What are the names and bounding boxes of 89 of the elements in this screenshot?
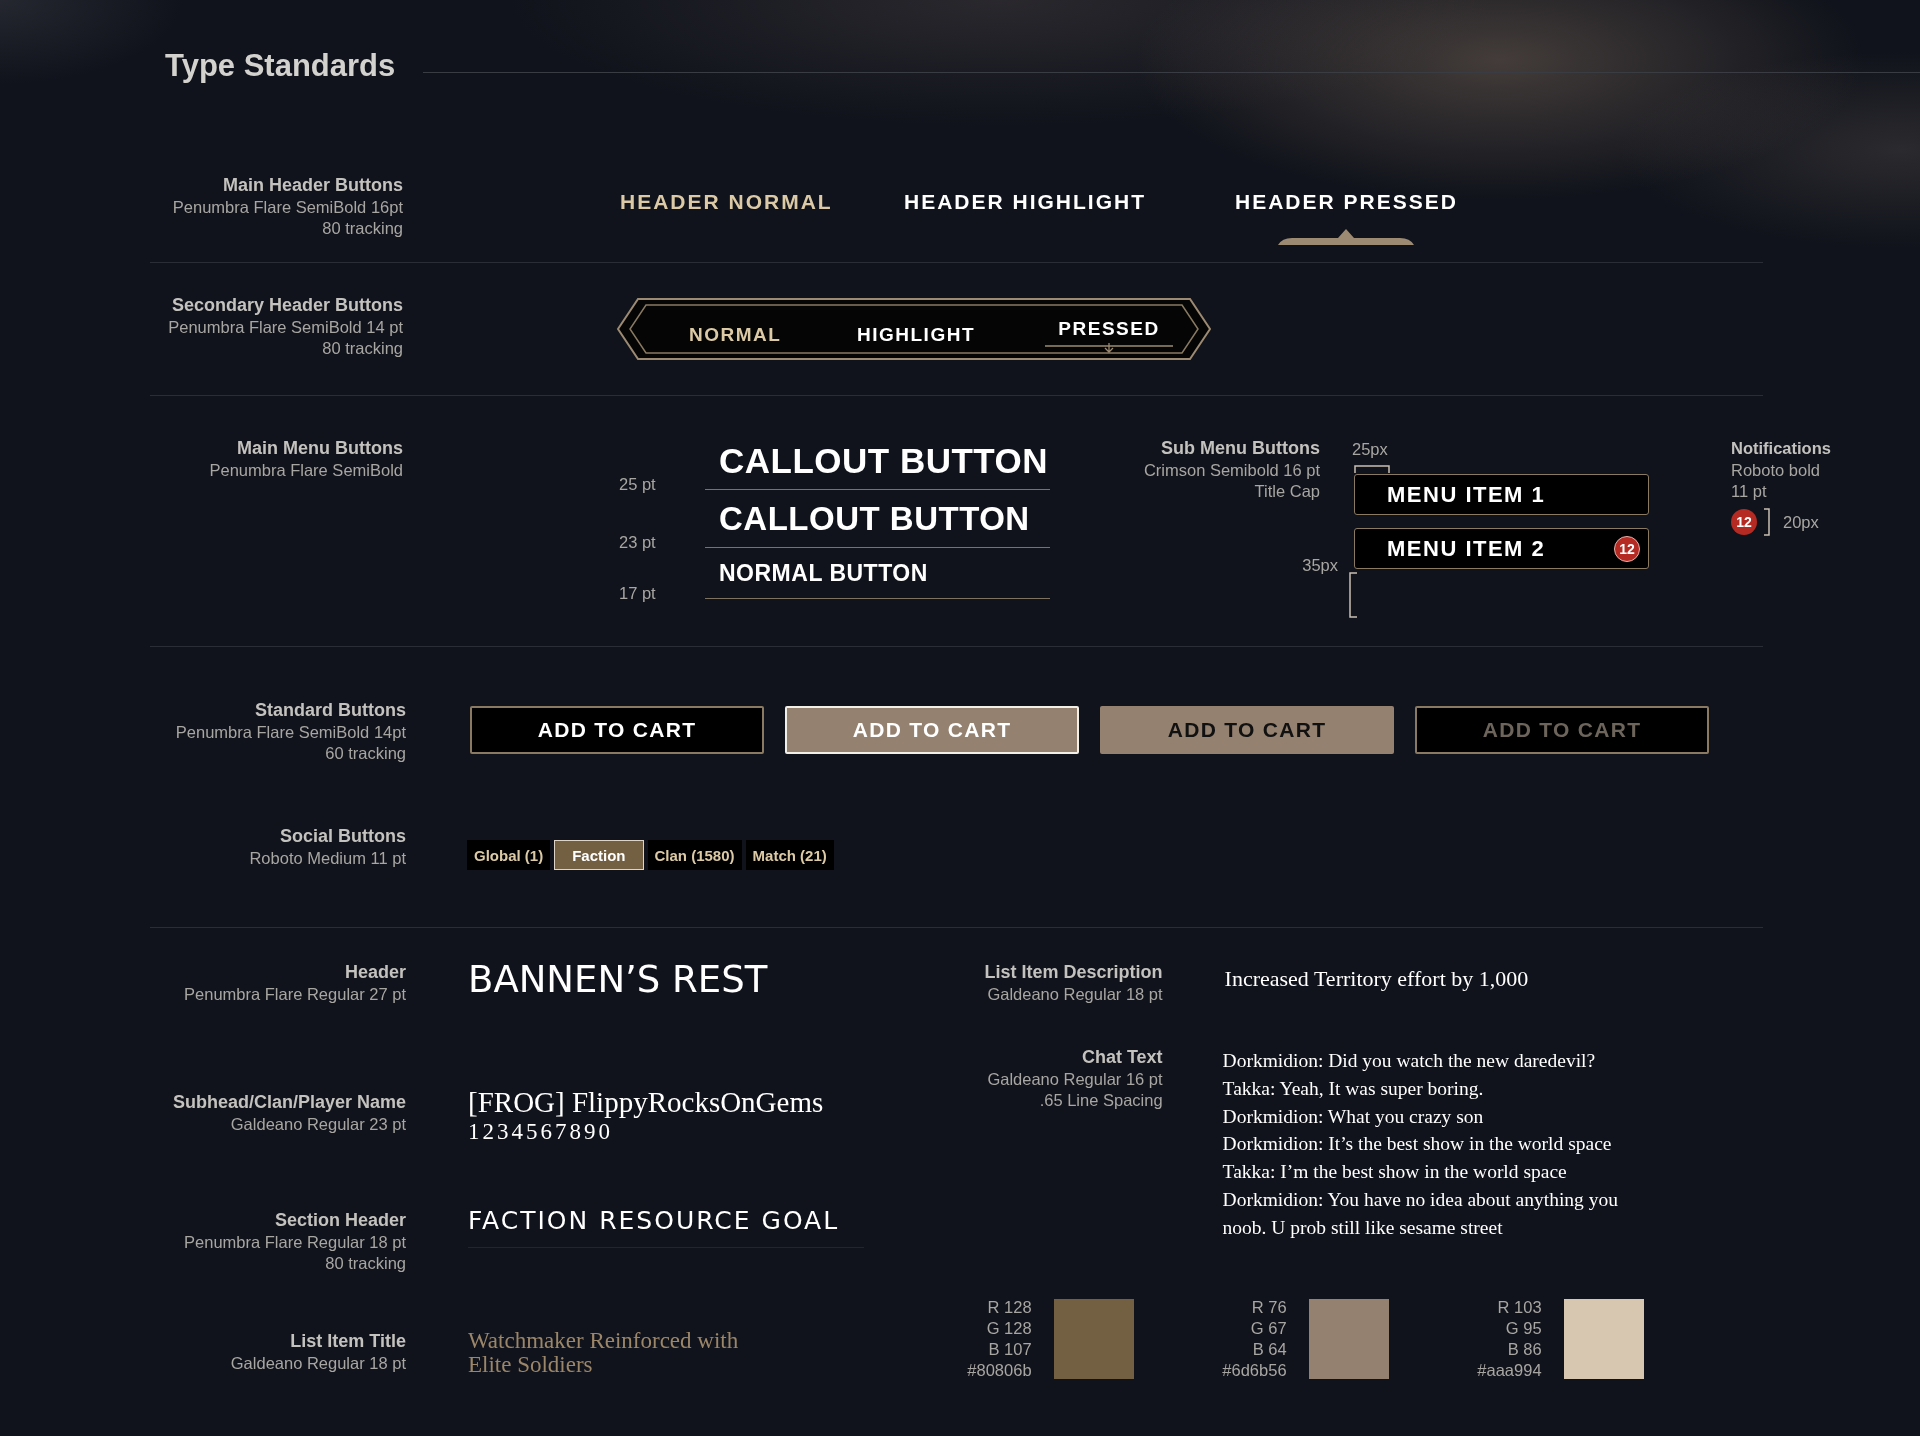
- spec-detail: Roboto bold 11 pt: [1731, 460, 1821, 502]
- page-title: Type Standards: [165, 48, 396, 84]
- spec-name: Main Menu Buttons: [236, 437, 403, 460]
- spec-name: List Item Title: [289, 1330, 406, 1353]
- spec-detail: Galdeano Regular 18 pt: [229, 1353, 406, 1374]
- menu-button[interactable]: CALLOUT BUTTON: [705, 490, 1050, 548]
- size-note: 20px: [1783, 512, 1819, 532]
- pressed-indicator-icon: [1278, 229, 1415, 245]
- spec-detail: Crimson Semibold 16 pt: [1142, 460, 1320, 481]
- type-sample: 1234567890: [468, 1119, 614, 1145]
- social-tab[interactable]: Clan (1580): [647, 840, 742, 870]
- spec-detail: 80 tracking: [321, 338, 403, 359]
- header-button[interactable]: HEADER PRESSED: [1235, 189, 1458, 215]
- bracket-icon: [1348, 572, 1358, 618]
- spec-detail: Galdeano Regular 16 pt: [986, 1069, 1163, 1090]
- color-value: B 64: [1252, 1338, 1287, 1360]
- spec-name: Notifications: [1731, 438, 1831, 459]
- spec-name: Subhead/Clan/Player Name: [171, 1091, 406, 1114]
- menu-button[interactable]: CALLOUT BUTTON: [705, 432, 1050, 490]
- bracket-icon: [1763, 508, 1771, 536]
- spec-name: Sub Menu Buttons: [1160, 437, 1320, 460]
- color-value: #6d6b56: [1222, 1359, 1287, 1381]
- spec-detail: Title Cap: [1253, 481, 1320, 502]
- size-note: 35px: [1302, 556, 1338, 575]
- spec-detail: Penumbra Flare Regular 18 pt: [183, 1232, 406, 1253]
- chat-line: Dorkmidion: What you crazy son: [1222, 1104, 1485, 1129]
- size-note: 25px: [1352, 439, 1389, 460]
- color-value: G 67: [1250, 1317, 1287, 1339]
- color-value: R 103: [1497, 1296, 1542, 1318]
- add-to-cart-button[interactable]: ADD TO CART: [1100, 706, 1394, 754]
- spec-name: Standard Buttons: [254, 699, 406, 722]
- color-value: B 86: [1507, 1338, 1542, 1360]
- spec-detail: Galdeano Regular 23 pt: [229, 1114, 406, 1135]
- spec-detail: Roboto Medium 11 pt: [248, 848, 406, 869]
- notification-badge: 12: [1731, 509, 1757, 535]
- spec-detail: Penumbra Flare SemiBold 14 pt: [167, 317, 403, 338]
- spec-name: Section Header: [273, 1209, 406, 1232]
- spec-detail: Penumbra Flare Regular 27 pt: [183, 984, 406, 1005]
- spec-name: Social Buttons: [279, 825, 406, 848]
- add-to-cart-button[interactable]: ADD TO CART: [785, 706, 1079, 754]
- chat-line: Dorkmidion: It’s the best show in the world space: [1222, 1132, 1613, 1157]
- spec-detail: 80 tracking: [321, 218, 403, 239]
- header-button[interactable]: HEADER NORMAL: [620, 189, 833, 215]
- social-tab[interactable]: Global (1): [467, 840, 551, 870]
- spec-name: Header: [343, 961, 406, 984]
- type-sample: [FROG] FlippyRocksOnGems: [468, 1086, 824, 1119]
- color-value: R 128: [987, 1296, 1032, 1318]
- spec-detail: .65 Line Spacing: [1038, 1090, 1163, 1111]
- chat-line: noob. U prob still like sesame street: [1222, 1215, 1504, 1240]
- header-tab[interactable]: PRESSED: [1058, 317, 1160, 341]
- menu-item[interactable]: MENU ITEM 1: [1354, 474, 1649, 515]
- spec-detail: Penumbra Flare SemiBold 16pt: [171, 197, 403, 218]
- spec-detail: Penumbra Flare SemiBold 14pt: [174, 722, 406, 743]
- type-sample: Watchmaker Reinforced with Elite Soldiers: [468, 1329, 740, 1377]
- color-value: R 76: [1251, 1296, 1287, 1318]
- chat-line: Takka: I’m the best show in the world space: [1222, 1160, 1568, 1185]
- color-value: G 128: [986, 1317, 1032, 1339]
- menu-button[interactable]: NORMAL BUTTON: [705, 548, 1050, 599]
- spec-detail: Galdeano Regular 18 pt: [986, 984, 1163, 1005]
- spec-name: Chat Text: [1080, 1046, 1163, 1069]
- type-sample: BANNEN’S REST: [468, 958, 768, 1001]
- social-tab[interactable]: Faction: [554, 840, 644, 870]
- header-tab[interactable]: NORMAL: [689, 323, 782, 347]
- bracket-icon: [1354, 464, 1390, 474]
- spec-name: Main Header Buttons: [221, 174, 403, 197]
- spec-name: List Item Description: [983, 961, 1163, 984]
- pressed-indicator-icon: [1045, 343, 1173, 353]
- header-tab[interactable]: HIGHLIGHT: [857, 323, 975, 347]
- spec-name: Secondary Header Buttons: [170, 294, 403, 317]
- chat-line: Takka: Yeah, It was super boring.: [1222, 1076, 1485, 1101]
- size-note: 25 pt: [619, 474, 657, 494]
- notification-badge: 12: [1614, 535, 1640, 562]
- spec-detail: 60 tracking: [324, 743, 406, 764]
- add-to-cart-button[interactable]: ADD TO CART: [470, 706, 764, 754]
- size-note: 17 pt: [619, 583, 657, 603]
- spec-detail: Penumbra Flare SemiBold: [208, 460, 403, 481]
- color-value: #80806b: [967, 1359, 1032, 1381]
- type-sample: Increased Territory effort by 1,000: [1224, 966, 1529, 993]
- header-button[interactable]: HEADER HIGHLIGHT: [904, 189, 1146, 215]
- spec-detail: 80 tracking: [324, 1253, 406, 1274]
- size-note: 23 pt: [619, 532, 657, 552]
- menu-item[interactable]: MENU ITEM 2 12: [1354, 528, 1649, 569]
- color-value: B 107: [988, 1338, 1032, 1360]
- chat-line: Dorkmidion: Did you watch the new daredevil?: [1222, 1049, 1597, 1073]
- color-value: #aaa994: [1477, 1359, 1542, 1381]
- color-value: G 95: [1505, 1317, 1542, 1339]
- social-tab[interactable]: Match (21): [745, 840, 834, 870]
- chat-line: Dorkmidion: You have no idea about anything you: [1222, 1188, 1618, 1212]
- type-sample: FACTION RESOURCE GOAL: [468, 1206, 864, 1248]
